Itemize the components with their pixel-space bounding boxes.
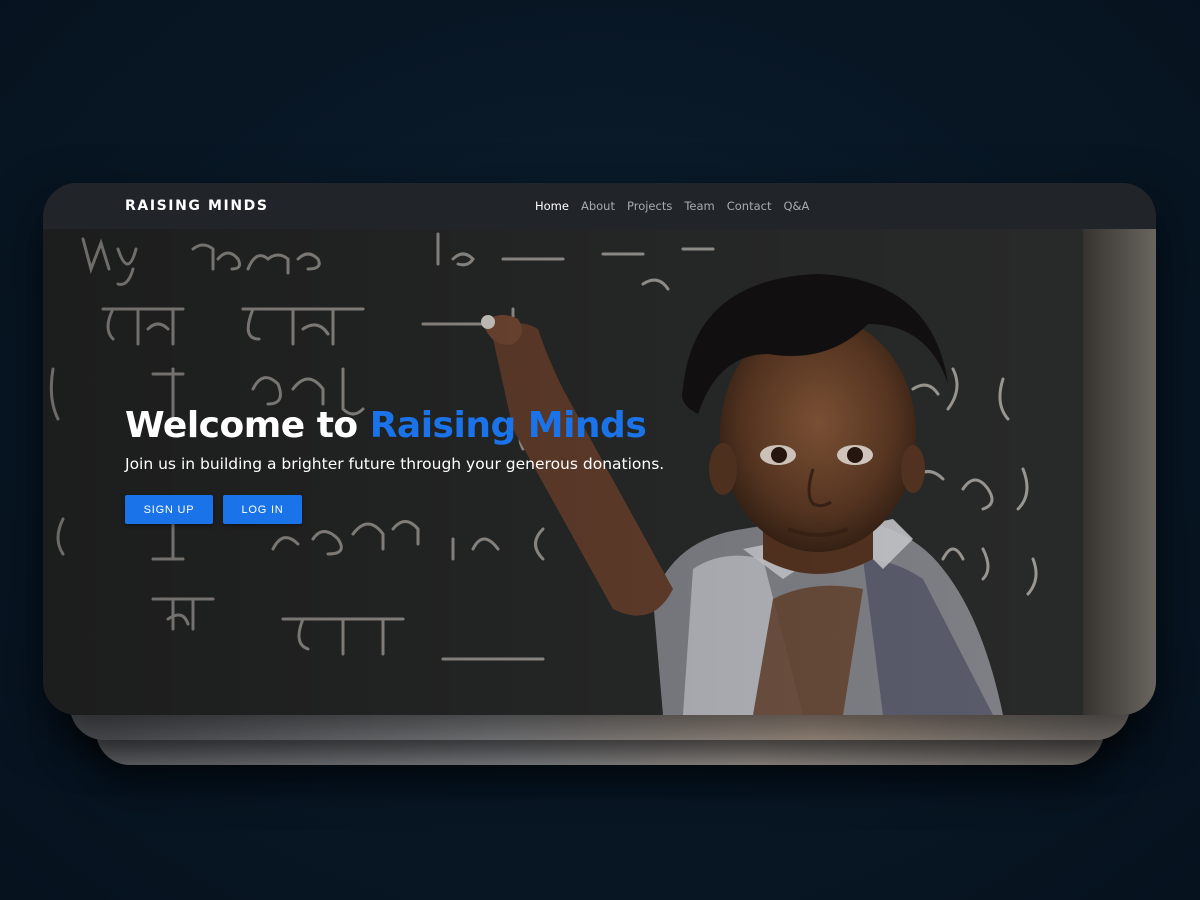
nav-link-contact[interactable]: Contact [727, 199, 772, 213]
nav-link-home[interactable]: Home [535, 199, 569, 213]
sign-up-button[interactable]: SIGN UP [125, 495, 213, 524]
nav-link-qa[interactable]: Q&A [783, 199, 809, 213]
log-in-button[interactable]: LOG IN [223, 495, 302, 524]
nav-link-team[interactable]: Team [684, 199, 714, 213]
hero-title-prefix: Welcome to [125, 405, 370, 446]
hero-title-accent: Raising Minds [369, 405, 647, 446]
nav-link-projects[interactable]: Projects [627, 199, 672, 213]
hero-subtitle: Join us in building a brighter future th… [125, 455, 665, 473]
hero-section: Welcome to Raising Minds Join us in buil… [43, 229, 1156, 715]
nav-links: Home About Projects Team Contact Q&A [535, 199, 809, 213]
brand-logo[interactable]: RAISING MINDS [125, 198, 269, 214]
navbar: RAISING MINDS Home About Projects Team C… [43, 183, 1156, 229]
website-preview-window: RAISING MINDS Home About Projects Team C… [43, 183, 1156, 715]
nav-link-about[interactable]: About [581, 199, 615, 213]
hero-title: Welcome to Raising Minds [125, 405, 647, 446]
